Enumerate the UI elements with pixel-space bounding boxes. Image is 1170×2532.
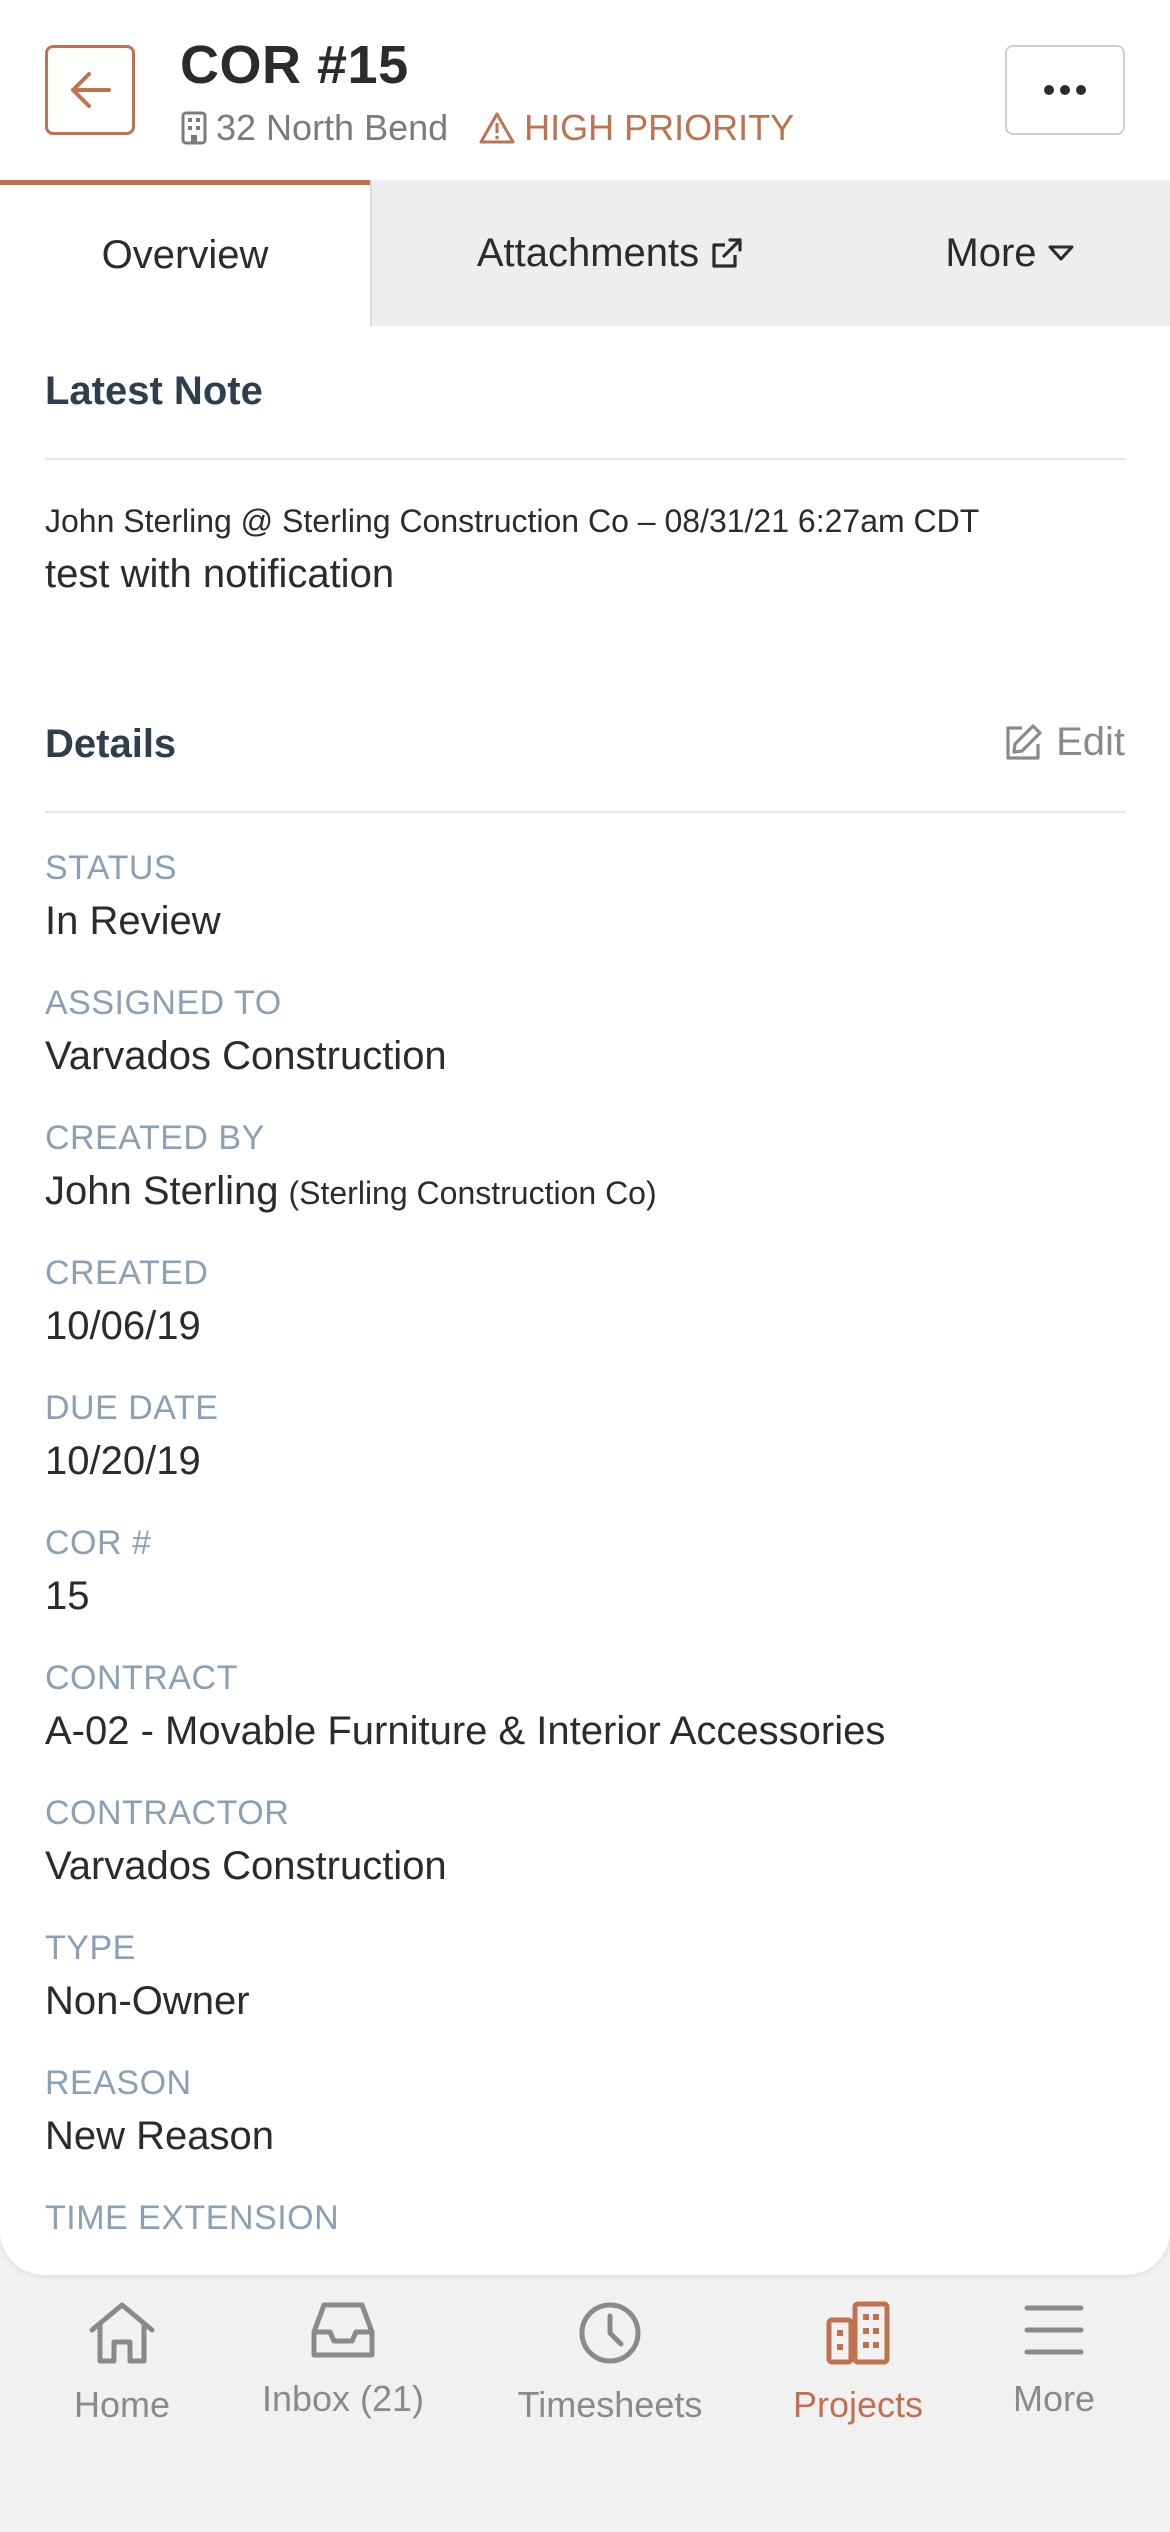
tab-attachments-label: Attachments [476, 230, 700, 275]
edit-button[interactable]: Edit [1002, 720, 1125, 765]
arrow-left-icon [71, 72, 111, 108]
field-value-contractor: Varvados Construction [45, 1844, 447, 1888]
tab-overview[interactable]: Overview [0, 180, 370, 326]
warning-icon [479, 112, 515, 144]
tab-attachments[interactable]: Attachments [370, 180, 850, 326]
field-label-time-extension: TIME EXTENSION [45, 2199, 340, 2237]
nav-more-label: More [1012, 2378, 1096, 2419]
field-value-created: 10/06/19 [45, 1304, 201, 1348]
field-label-type: TYPE [45, 1929, 136, 1967]
nav-inbox-label: Inbox (21) [261, 2378, 425, 2419]
latest-note-title: Latest Note [45, 369, 263, 413]
project-location: 32 North Bend [180, 107, 448, 149]
nav-timesheets[interactable]: Timesheets [513, 2300, 707, 2426]
tab-bar: Overview Attachments More [0, 180, 1170, 326]
field-label-created-by: CREATED BY [45, 1119, 265, 1157]
edit-label: Edit [1056, 720, 1125, 764]
content-sheet: COR #15 32 North Bend HIGH PRIORITY Over… [0, 0, 1170, 2275]
tab-overview-label: Overview [101, 233, 269, 277]
created-by-company: (Sterling Construction Co) [288, 1175, 657, 1211]
back-button[interactable] [45, 45, 135, 135]
menu-icon [1024, 2305, 1084, 2355]
header-subline: 32 North Bend HIGH PRIORITY [180, 104, 794, 152]
nav-home-label: Home [73, 2384, 171, 2425]
field-label-reason: REASON [45, 2064, 192, 2102]
buildings-icon [826, 2301, 890, 2365]
note-meta: John Sterling @ Sterling Construction Co… [45, 503, 980, 539]
field-value-assigned-to: Varvados Construction [45, 1034, 447, 1078]
field-value-reason: New Reason [45, 2114, 275, 2158]
nav-projects-label: Projects [792, 2384, 924, 2425]
home-icon [89, 2302, 155, 2364]
more-actions-button[interactable] [1005, 45, 1125, 135]
tab-more[interactable]: More [850, 180, 1170, 326]
nav-inbox[interactable]: Inbox (21) [258, 2300, 428, 2420]
divider [45, 458, 1125, 460]
priority-text: HIGH PRIORITY [524, 107, 795, 148]
field-value-type: Non-Owner [45, 1979, 250, 2023]
edit-icon [1006, 723, 1042, 760]
inbox-icon [311, 2302, 375, 2358]
nav-more[interactable]: More [1004, 2300, 1104, 2420]
caret-down-icon [1048, 245, 1074, 261]
field-label-due-date: DUE DATE [45, 1389, 219, 1427]
header: COR #15 32 North Bend HIGH PRIORITY [0, 0, 1170, 180]
field-label-status: STATUS [45, 849, 178, 887]
field-value-created-by: John Sterling (Sterling Construction Co) [45, 1169, 657, 1214]
building-icon [181, 111, 207, 145]
field-label-contractor: CONTRACTOR [45, 1794, 290, 1832]
field-label-contract: CONTRACT [45, 1659, 238, 1697]
external-link-icon [712, 238, 742, 268]
note-body: test with notification [45, 552, 395, 596]
tab-more-label: More [945, 230, 1037, 275]
field-value-cor-number: 15 [45, 1574, 90, 1618]
nav-timesheets-label: Timesheets [517, 2384, 703, 2425]
page-title: COR #15 [180, 35, 409, 95]
nav-home[interactable]: Home [72, 2300, 172, 2426]
priority-badge: HIGH PRIORITY [478, 107, 794, 149]
field-value-contract: A-02 - Movable Furniture & Interior Acce… [45, 1709, 886, 1753]
clock-icon [579, 2302, 641, 2364]
location-text: 32 North Bend [216, 107, 449, 148]
divider [45, 811, 1125, 813]
nav-projects[interactable]: Projects [790, 2300, 926, 2426]
field-label-assigned-to: ASSIGNED TO [45, 984, 282, 1022]
field-label-cor-number: COR # [45, 1524, 152, 1562]
field-value-status: In Review [45, 899, 221, 943]
field-value-due-date: 10/20/19 [45, 1439, 201, 1483]
ellipsis-icon [1044, 85, 1086, 95]
created-by-name: John Sterling [45, 1169, 279, 1213]
details-title: Details [45, 722, 177, 766]
field-label-created: CREATED [45, 1254, 209, 1292]
